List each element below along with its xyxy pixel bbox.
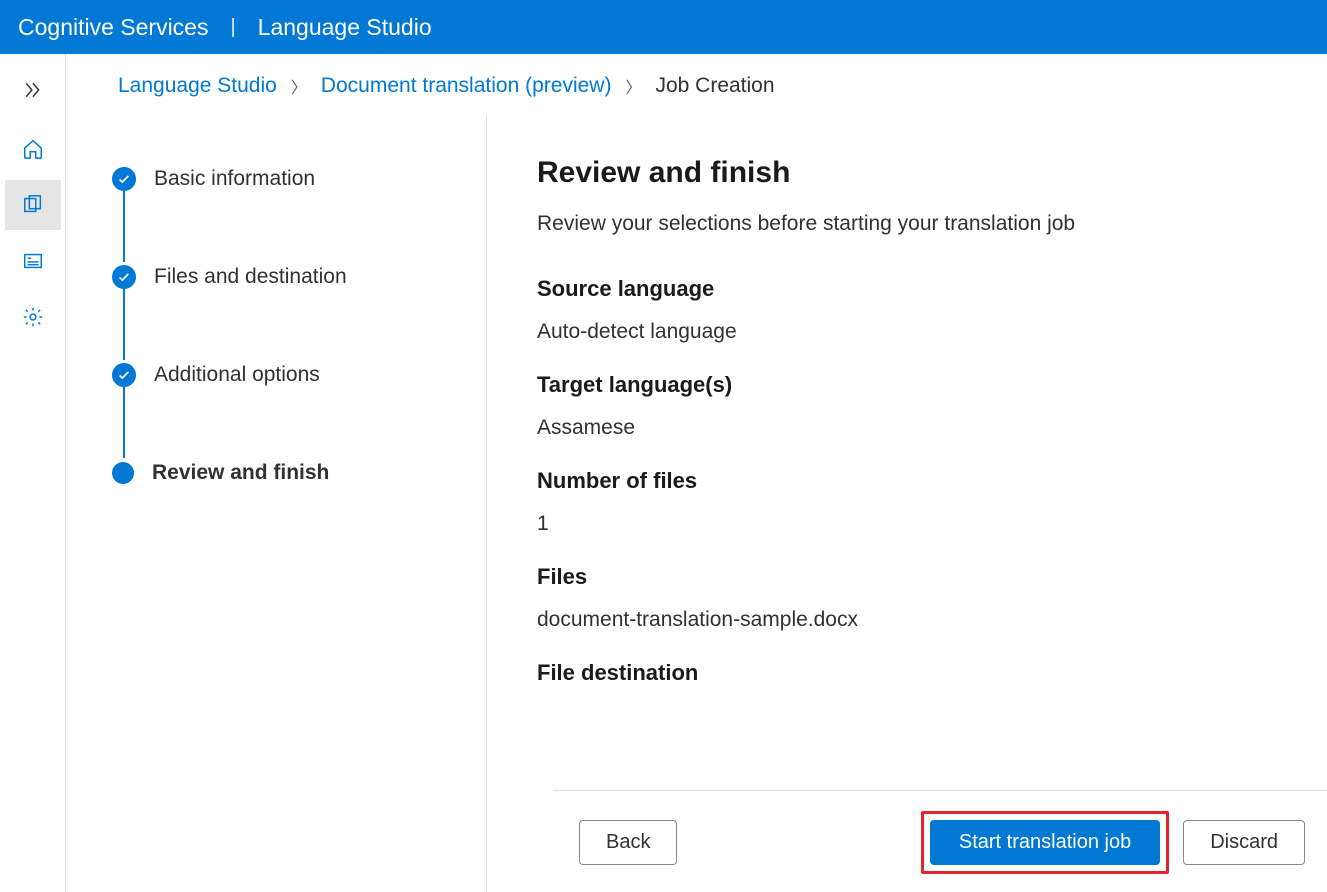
rail-settings-button[interactable] <box>5 292 61 342</box>
review-panel: Review and finish Review your selections… <box>486 116 1327 892</box>
expand-rail-button[interactable] <box>5 70 61 110</box>
rail-translation-button[interactable] <box>5 180 61 230</box>
start-translation-job-button[interactable]: Start translation job <box>930 820 1160 865</box>
rail-form-button[interactable] <box>5 236 61 286</box>
field-file-destination: File destination <box>537 660 1327 686</box>
left-nav-rail <box>0 54 66 892</box>
step-basic-information[interactable]: Basic information <box>112 164 486 194</box>
field-source-language: Source language Auto-detect language <box>537 276 1327 344</box>
stepper-column: Basic information Files and destination <box>66 116 486 892</box>
step-additional-options[interactable]: Additional options <box>112 360 486 390</box>
brand-label: Cognitive Services <box>18 14 208 41</box>
breadcrumb-link-language-studio[interactable]: Language Studio <box>118 74 277 98</box>
field-value: document-translation-sample.docx <box>537 608 1327 632</box>
footer-bar: Back Start translation job Discard <box>553 790 1327 892</box>
field-label: Number of files <box>537 468 1327 494</box>
step-label: Files and destination <box>154 265 347 289</box>
current-step-dot-icon <box>112 462 134 484</box>
field-value: 1 <box>537 512 1327 536</box>
chevron-right-icon: 〉 <box>291 74 307 98</box>
chevron-right-icon: 〉 <box>625 74 641 98</box>
top-bar: Cognitive Services | Language Studio <box>0 0 1327 54</box>
checkmark-icon <box>112 363 136 387</box>
discard-button[interactable]: Discard <box>1183 820 1305 865</box>
field-value: Auto-detect language <box>537 320 1327 344</box>
field-files: Files document-translation-sample.docx <box>537 564 1327 632</box>
field-value: Assamese <box>537 416 1327 440</box>
field-label: File destination <box>537 660 1327 686</box>
form-icon <box>22 250 44 272</box>
checkmark-icon <box>112 265 136 289</box>
translate-icon <box>22 194 44 216</box>
rail-home-button[interactable] <box>5 124 61 174</box>
chevron-double-right-icon <box>24 81 42 99</box>
back-button[interactable]: Back <box>579 820 677 865</box>
annotation-highlight: Start translation job <box>921 811 1169 874</box>
main-area: Language Studio 〉 Document translation (… <box>66 54 1327 892</box>
field-label: Files <box>537 564 1327 590</box>
home-icon <box>22 138 44 160</box>
field-label: Source language <box>537 276 1327 302</box>
product-label: Language Studio <box>258 14 432 41</box>
page-subtitle: Review your selections before starting y… <box>537 212 1327 236</box>
checkmark-icon <box>112 167 136 191</box>
step-files-and-destination[interactable]: Files and destination <box>112 262 486 292</box>
field-label: Target language(s) <box>537 372 1327 398</box>
gear-icon <box>22 306 44 328</box>
field-number-of-files: Number of files 1 <box>537 468 1327 536</box>
field-target-languages: Target language(s) Assamese <box>537 372 1327 440</box>
step-label: Review and finish <box>152 461 329 485</box>
step-label: Basic information <box>154 167 315 191</box>
step-review-and-finish[interactable]: Review and finish <box>112 458 486 488</box>
topbar-divider: | <box>230 16 235 39</box>
breadcrumb-link-document-translation[interactable]: Document translation (preview) <box>321 74 612 98</box>
breadcrumb: Language Studio 〉 Document translation (… <box>66 54 1327 116</box>
step-label: Additional options <box>154 363 320 387</box>
page-title: Review and finish <box>537 156 1327 190</box>
breadcrumb-current: Job Creation <box>655 74 774 98</box>
